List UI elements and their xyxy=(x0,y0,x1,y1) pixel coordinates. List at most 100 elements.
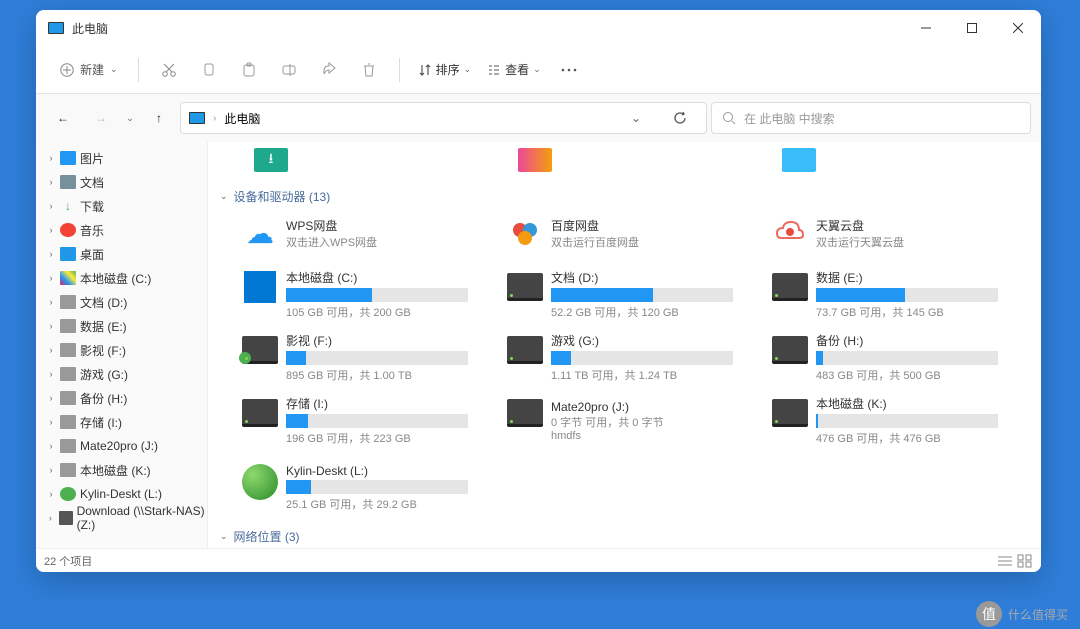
sidebar-item[interactable]: ›备份 (H:) xyxy=(36,386,207,410)
cloud-icon xyxy=(772,215,808,251)
explorer-window: 此电脑 新建 ⌄ 排序 ⌄ xyxy=(36,10,1041,572)
sidebar-item[interactable]: ›数据 (E:) xyxy=(36,314,207,338)
rename-button[interactable] xyxy=(271,52,307,88)
drive-item[interactable]: Mate20pro (J:)0 字节 可用，共 0 字节hmdfs xyxy=(503,391,760,450)
item-subtitle: 105 GB 可用，共 200 GB xyxy=(286,304,491,320)
view-button[interactable]: 查看 ⌄ xyxy=(481,57,547,82)
refresh-icon xyxy=(673,111,687,125)
paste-button[interactable] xyxy=(231,52,267,88)
navigation-bar: ← → ⌄ ↑ › 此电脑 ⌄ 在 此电脑 中搜索 xyxy=(36,94,1041,142)
cut-button[interactable] xyxy=(151,52,187,88)
history-dropdown[interactable]: ⌄ xyxy=(122,101,138,135)
sidebar-item[interactable]: ›Download (\\Stark-NAS) (Z:) xyxy=(36,506,207,530)
refresh-button[interactable] xyxy=(662,111,698,125)
item-subtitle: 483 GB 可用，共 500 GB xyxy=(816,367,1021,383)
chevron-right-icon: › xyxy=(46,321,56,331)
drive-icon xyxy=(772,269,808,305)
item-icon xyxy=(60,367,76,381)
back-button[interactable]: ← xyxy=(46,101,80,135)
item-icon xyxy=(60,415,76,429)
item-icon xyxy=(60,439,76,453)
tiles-view-button[interactable] xyxy=(1017,554,1033,568)
section-devices[interactable]: ⌄ 设备和驱动器 (13) xyxy=(220,184,1029,209)
chevron-right-icon: › xyxy=(46,441,56,451)
cloud-drive-item[interactable]: 天翼云盘双击运行天翼云盘 xyxy=(768,211,1025,255)
sidebar-item[interactable]: ›本地磁盘 (C:) xyxy=(36,266,207,290)
close-button[interactable] xyxy=(995,10,1041,46)
sidebar-item-label: 本地磁盘 (C:) xyxy=(80,270,151,287)
section-network[interactable]: ⌄ 网络位置 (3) xyxy=(220,524,1029,548)
new-button[interactable]: 新建 ⌄ xyxy=(52,57,126,82)
copy-button[interactable] xyxy=(191,52,227,88)
sidebar-item[interactable]: ›文档 (D:) xyxy=(36,290,207,314)
folder-tile[interactable] xyxy=(518,148,552,172)
sidebar-item[interactable]: ›游戏 (G:) xyxy=(36,362,207,386)
drive-item[interactable]: 游戏 (G:)1.11 TB 可用，共 1.24 TB xyxy=(503,328,760,387)
sidebar-item[interactable]: ›↓下载 xyxy=(36,194,207,218)
chevron-down-icon: ⌄ xyxy=(220,191,228,202)
address-bar[interactable]: › 此电脑 ⌄ xyxy=(180,102,707,134)
drive-item[interactable]: 本地磁盘 (C:)105 GB 可用，共 200 GB xyxy=(238,265,495,324)
sidebar-item[interactable]: ›音乐 xyxy=(36,218,207,242)
cloud-icon xyxy=(507,215,543,251)
details-view-button[interactable] xyxy=(997,554,1013,568)
status-text: 22 个项目 xyxy=(44,553,92,569)
folder-tile[interactable] xyxy=(782,148,816,172)
share-button[interactable] xyxy=(311,52,347,88)
search-icon xyxy=(722,111,736,125)
breadcrumb[interactable]: 此电脑 xyxy=(224,110,260,127)
sidebar-item[interactable]: ›文档 xyxy=(36,170,207,194)
sidebar-item[interactable]: › Kylin-Deskt (L:) xyxy=(36,482,207,506)
cloud-drive-item[interactable]: ☁WPS网盘双击进入WPS网盘 xyxy=(238,211,495,255)
up-button[interactable]: ↑ xyxy=(142,101,176,135)
drive-item[interactable]: 备份 (H:)483 GB 可用，共 500 GB xyxy=(768,328,1025,387)
sidebar-item[interactable]: ›存储 (I:) xyxy=(36,410,207,434)
more-button[interactable] xyxy=(551,52,587,88)
item-icon xyxy=(60,319,76,333)
item-title: 本地磁盘 (K:) xyxy=(816,395,1021,412)
sidebar-item[interactable]: ›影视 (F:) xyxy=(36,338,207,362)
sidebar-item[interactable]: ›图片 xyxy=(36,146,207,170)
drive-icon xyxy=(242,332,278,368)
rename-icon xyxy=(281,62,297,78)
chevron-right-icon: › xyxy=(46,369,56,379)
chevron-right-icon: › xyxy=(46,465,56,475)
sidebar-item-label: 文档 xyxy=(80,174,104,191)
title-bar: 此电脑 xyxy=(36,10,1041,46)
item-title: 存储 (I:) xyxy=(286,395,491,412)
drive-item[interactable]: 影视 (F:)895 GB 可用，共 1.00 TB xyxy=(238,328,495,387)
drive-item[interactable]: 存储 (I:)196 GB 可用，共 223 GB xyxy=(238,391,495,450)
delete-button[interactable] xyxy=(351,52,387,88)
drive-item[interactable]: 文档 (D:)52.2 GB 可用，共 120 GB xyxy=(503,265,760,324)
item-subtitle: 双击进入WPS网盘 xyxy=(286,234,491,250)
item-title: 影视 (F:) xyxy=(286,332,491,349)
sort-button[interactable]: 排序 ⌄ xyxy=(412,57,478,82)
sidebar-item-label: 下载 xyxy=(80,198,104,215)
search-box[interactable]: 在 此电脑 中搜索 xyxy=(711,102,1031,134)
sidebar-item-label: Kylin-Deskt (L:) xyxy=(80,487,162,501)
sidebar-item[interactable]: ›桌面 xyxy=(36,242,207,266)
chevron-right-icon: › xyxy=(213,113,216,124)
view-icon xyxy=(487,63,501,77)
sidebar-item-label: 图片 xyxy=(80,150,104,167)
sidebar-item[interactable]: ›本地磁盘 (K:) xyxy=(36,458,207,482)
nav-tree[interactable]: ›图片›文档›↓下载›音乐›桌面›本地磁盘 (C:)›文档 (D:)›数据 (E… xyxy=(36,142,208,548)
item-icon xyxy=(60,391,76,405)
chevron-right-icon: › xyxy=(46,513,55,523)
drive-item[interactable]: 本地磁盘 (K:)476 GB 可用，共 476 GB xyxy=(768,391,1025,450)
chevron-right-icon: › xyxy=(46,489,56,499)
sidebar-item[interactable]: ›Mate20pro (J:) xyxy=(36,434,207,458)
drive-item-kylin[interactable]: Kylin-Deskt (L:)25.1 GB 可用，共 29.2 GB xyxy=(238,460,495,516)
window-title: 此电脑 xyxy=(72,20,903,37)
cloud-drive-item[interactable]: 百度网盘双击运行百度网盘 xyxy=(503,211,760,255)
sidebar-item-label: 文档 (D:) xyxy=(80,294,127,311)
content-pane[interactable]: ⭳ ⌄ 设备和驱动器 (13) ☁WPS网盘双击进入WPS网盘百度网盘双击运行百… xyxy=(208,142,1041,548)
address-dropdown[interactable]: ⌄ xyxy=(618,111,654,125)
minimize-button[interactable] xyxy=(903,10,949,46)
folder-tile[interactable]: ⭳ xyxy=(254,148,288,172)
chevron-down-icon: ⌄ xyxy=(464,64,472,75)
drive-item[interactable]: 数据 (E:)73.7 GB 可用，共 145 GB xyxy=(768,265,1025,324)
maximize-button[interactable] xyxy=(949,10,995,46)
item-icon: ↓ xyxy=(60,199,76,213)
forward-button[interactable]: → xyxy=(84,101,118,135)
